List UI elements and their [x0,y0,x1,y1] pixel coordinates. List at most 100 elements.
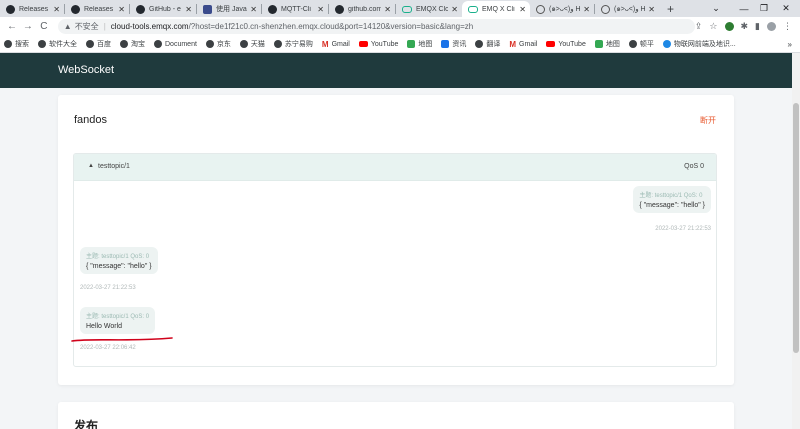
extension-icon[interactable] [724,22,734,31]
bookmark-item[interactable]: 资讯 [441,39,466,49]
back-icon[interactable]: ← [4,21,20,32]
page-title: WebSocket [58,64,115,76]
warning-icon: ▲ [63,22,72,31]
map-icon [594,40,603,48]
browser-tab[interactable]: MQTT-Cli ✕ [262,1,328,17]
close-icon[interactable]: ✕ [118,5,125,14]
globe-icon [38,40,46,48]
browser-tab[interactable]: GitHub - e ✕ [130,1,196,17]
bookmark-item[interactable]: YouTube [358,41,398,48]
globe-icon [273,40,282,48]
emqx-icon [468,5,478,13]
bookmark-item[interactable]: 软件大全 [38,39,77,49]
caret-up-icon[interactable]: ▲ [88,163,94,169]
globe-icon [475,40,484,48]
side-panel-icon[interactable]: ▮ [755,21,760,32]
globe-icon [662,40,671,48]
gmail-icon: M [321,39,329,49]
bookmark-item[interactable]: Document [154,40,197,48]
bookmarks-overflow-button[interactable]: » [788,40,792,49]
globe-icon [628,40,637,48]
close-icon[interactable]: ✕ [317,5,324,14]
github-icon [268,4,277,14]
menu-kebab-icon[interactable]: ⋮ [783,21,792,32]
close-icon[interactable]: ✕ [519,5,526,14]
github-icon [335,4,344,14]
profile-avatar-icon[interactable] [767,22,776,31]
url-path: /?host=de1f21c0.cn-shenzhen.emqx.cloud&p… [188,22,474,31]
close-icon[interactable]: ✕ [384,5,391,14]
bookmark-item[interactable]: 百度 [86,39,111,49]
bookmark-item[interactable]: 搜索 [4,39,29,49]
browser-tab-strip: Releases ✕ Releases ✕ GitHub - e ✕ 使用 Ja… [0,0,800,17]
globe-icon [4,40,12,48]
topic-qos: QoS 0 [684,163,704,170]
new-tab-button[interactable]: + [659,1,682,17]
gmail-icon: M [509,39,517,49]
annotation-underline [71,337,173,342]
bookmark-item[interactable]: 地图 [594,39,620,49]
bookmark-item[interactable]: 淘宝 [120,39,145,49]
bookmark-item[interactable]: 物联网前端及地识... [662,39,736,49]
bookmark-item[interactable]: YouTube [546,41,586,48]
window-close-icon[interactable]: ✕ [772,0,800,17]
bookmark-star-icon[interactable]: ☆ [709,21,717,32]
address-bar[interactable]: ▲ 不安全 | cloud-tools.emqx.com/?host=de1f2… [57,19,695,34]
tab-search-icon[interactable]: ⌄ [702,0,730,17]
github-icon [6,4,15,14]
youtube-icon [358,41,368,47]
message-payload: Hello World [86,323,123,330]
topic-name: testtopic/1 [98,163,130,170]
browser-tab[interactable]: (๑˃ᴗ˂)ﻭ Hi ✕ [530,1,594,17]
message-payload: { "message": "hello" } [86,263,152,270]
page-scrollbar[interactable] [792,53,800,429]
url-host: cloud-tools.emqx.com [110,22,189,31]
message-meta: 主题: testtopic/1 QoS: 0 [639,193,703,199]
browser-tab[interactable]: Releases ✕ [0,1,64,17]
topic-header[interactable]: ▲ testtopic/1 QoS 0 [74,154,716,181]
browser-tab[interactable]: EMQX Clo ✕ [396,1,462,17]
message-time: 2022-03-27 21:22:53 [655,226,711,232]
browser-tab[interactable]: (๑˃ᴗ˂)ﻭ Hi ✕ [595,1,659,17]
globe-icon [239,40,248,48]
github-icon [136,4,145,14]
message-bubble-received: 主题: testtopic/1 QoS: 0 { "message": "hel… [80,247,158,274]
disconnect-button[interactable]: 断开 [700,115,716,126]
bookmark-item[interactable]: 翻译 [475,39,500,49]
forward-icon[interactable]: → [20,21,36,32]
close-icon[interactable]: ✕ [648,5,655,14]
bookmark-item[interactable]: 京东 [205,39,231,49]
bookmark-item[interactable]: 顿平 [628,39,654,49]
message-bubble-sent: 主题: testtopic/1 QoS: 0 { "message": "hel… [633,186,711,213]
insecure-label: 不安全 [74,22,99,31]
close-icon[interactable]: ✕ [451,5,458,14]
message-time: 2022-03-27 22:06:42 [80,345,136,351]
ghost-icon [601,4,610,14]
bookmark-item[interactable]: 苏宁易购 [273,39,313,49]
close-icon[interactable]: ✕ [185,5,192,14]
browser-tab[interactable]: 使用 Java ✕ [197,1,261,17]
scrollbar-thumb[interactable] [793,103,799,353]
close-icon[interactable]: ✕ [250,5,257,14]
bookmark-item[interactable]: M Gmail [509,40,537,49]
message-bubble-received: 主题: testtopic/1 QoS: 0 Hello World [80,307,156,334]
extensions-puzzle-icon[interactable]: ✱ [741,21,749,32]
browser-tab[interactable]: Releases ✕ [65,1,129,17]
globe-icon [154,40,162,48]
browser-tab-active[interactable]: EMQ X Cli ✕ [462,1,530,17]
bookmarks-bar: 搜索 软件大全 百度 淘宝 Document 京东 天猫 苏宁易购 M Gmail… [0,36,800,53]
bookmark-item[interactable]: 地图 [407,39,432,49]
emqx-icon [402,5,412,13]
publish-title: 发布 [74,419,99,429]
message-meta: 主题: testtopic/1 QoS: 0 [86,314,150,320]
browser-toolbar: ← → C ▲ 不安全 | cloud-tools.emqx.com/?host… [0,17,800,36]
close-icon[interactable]: ✕ [53,5,60,14]
page-header: WebSocket [0,53,792,88]
reload-icon[interactable]: C [36,21,52,32]
map-icon [407,40,416,48]
share-icon[interactable]: ⇪ [695,21,703,32]
close-icon[interactable]: ✕ [583,5,590,14]
bookmark-item[interactable]: M Gmail [322,40,350,49]
browser-tab[interactable]: github.com ✕ [329,1,395,17]
bookmark-item[interactable]: 天猫 [239,39,265,49]
